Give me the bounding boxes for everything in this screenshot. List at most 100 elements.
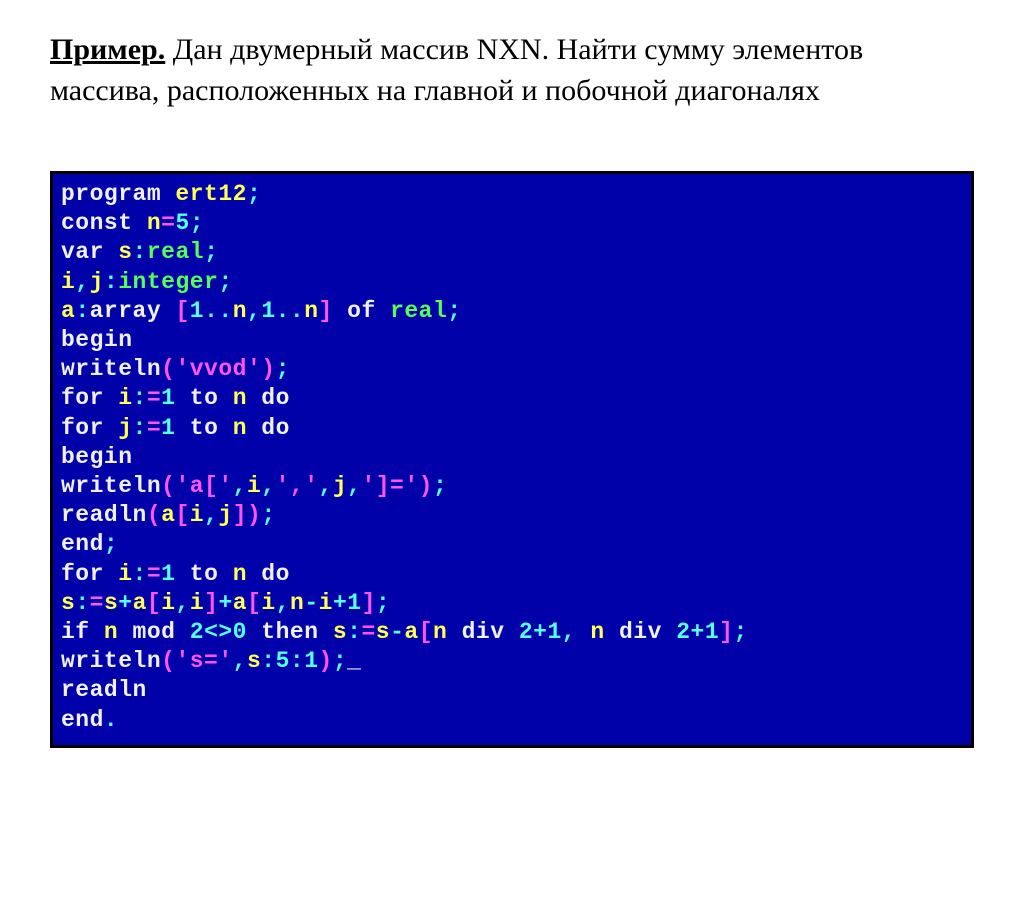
tok: writeln — [61, 356, 161, 382]
tok: .. — [276, 298, 305, 324]
tok: ; — [218, 269, 232, 295]
tok: 2 — [676, 619, 690, 645]
tok: : — [75, 590, 89, 616]
tok: ; — [190, 210, 204, 236]
tok: j — [90, 269, 104, 295]
tok: ; — [104, 531, 118, 557]
tok: end — [61, 707, 104, 733]
code-block: program ert12; const n=5; var s:real; i,… — [50, 171, 974, 748]
tok: + — [333, 590, 347, 616]
tok: ( — [147, 502, 161, 528]
tok: n — [233, 561, 247, 587]
tok: ( — [161, 648, 175, 674]
tok: + — [691, 619, 705, 645]
tok: : — [75, 298, 89, 324]
tok: <> — [204, 619, 233, 645]
tok: readln — [61, 677, 147, 703]
tok: , — [276, 590, 290, 616]
tok: n — [433, 619, 447, 645]
tok: j — [118, 415, 132, 441]
tok: ',' — [276, 473, 319, 499]
tok: + — [533, 619, 547, 645]
tok: for — [61, 385, 118, 411]
tok: . — [104, 707, 118, 733]
tok: ; — [733, 619, 747, 645]
tok: ; — [447, 298, 461, 324]
tok: do — [247, 415, 290, 441]
tok: ; — [204, 239, 218, 265]
tok: a — [161, 502, 175, 528]
tok: then — [247, 619, 333, 645]
tok: i — [118, 561, 132, 587]
tok: of — [333, 298, 390, 324]
tok: div — [447, 619, 519, 645]
tok: [ — [419, 619, 433, 645]
tok: s — [247, 648, 261, 674]
tok: ] — [319, 298, 333, 324]
tok: writeln — [61, 648, 161, 674]
tok: ; — [276, 356, 290, 382]
tok: + — [218, 590, 232, 616]
tok: 1 — [161, 415, 175, 441]
tok: , — [75, 269, 89, 295]
tok: const — [61, 210, 147, 236]
tok: n — [304, 298, 318, 324]
tok: 1 — [161, 385, 175, 411]
tok: - — [304, 590, 318, 616]
tok: ; — [433, 473, 447, 499]
tok: 5 — [276, 648, 290, 674]
tok: ) — [261, 356, 275, 382]
tok: ] — [233, 502, 247, 528]
tok: j — [218, 502, 232, 528]
problem-text: Пример. Дан двумерный массив NXN. Найти … — [50, 30, 974, 111]
tok: 1 — [705, 619, 719, 645]
tok: ( — [161, 473, 175, 499]
tok: i — [61, 269, 75, 295]
tok: ] — [204, 590, 218, 616]
tok: n — [233, 298, 247, 324]
tok: to — [175, 385, 232, 411]
tok: ; — [261, 502, 275, 528]
tok: div — [605, 619, 677, 645]
tok: i — [261, 590, 275, 616]
problem-label: Пример. — [50, 33, 165, 66]
cursor: _ — [347, 648, 361, 674]
tok: i — [118, 385, 132, 411]
tok: var — [61, 239, 118, 265]
tok: 5 — [175, 210, 189, 236]
tok: ] — [719, 619, 733, 645]
tok: if — [61, 619, 104, 645]
tok: writeln — [61, 473, 161, 499]
tok: i — [161, 590, 175, 616]
tok: 's=' — [175, 648, 232, 674]
tok: , — [562, 619, 576, 645]
tok: real — [147, 239, 204, 265]
tok: real — [390, 298, 447, 324]
tok: i — [190, 590, 204, 616]
tok: , — [204, 502, 218, 528]
tok: begin — [61, 444, 133, 470]
tok: n — [290, 590, 304, 616]
tok: to — [175, 415, 232, 441]
tok: , — [233, 648, 247, 674]
tok: end — [61, 531, 104, 557]
tok: ']=' — [361, 473, 418, 499]
tok: [ — [175, 298, 189, 324]
tok: i — [319, 590, 333, 616]
tok: = — [147, 561, 161, 587]
tok: : — [133, 385, 147, 411]
tok: s — [104, 590, 118, 616]
tok: for — [61, 415, 118, 441]
tok: begin — [61, 327, 133, 353]
tok: 'a[' — [175, 473, 232, 499]
tok: ert12 — [175, 181, 247, 207]
tok: do — [247, 385, 290, 411]
tok: , — [233, 473, 247, 499]
tok: n — [147, 210, 161, 236]
tok: : — [290, 648, 304, 674]
tok: - — [390, 619, 404, 645]
tok: ) — [419, 473, 433, 499]
tok: : — [104, 269, 118, 295]
tok: 1 — [190, 298, 204, 324]
tok: 2 — [519, 619, 533, 645]
